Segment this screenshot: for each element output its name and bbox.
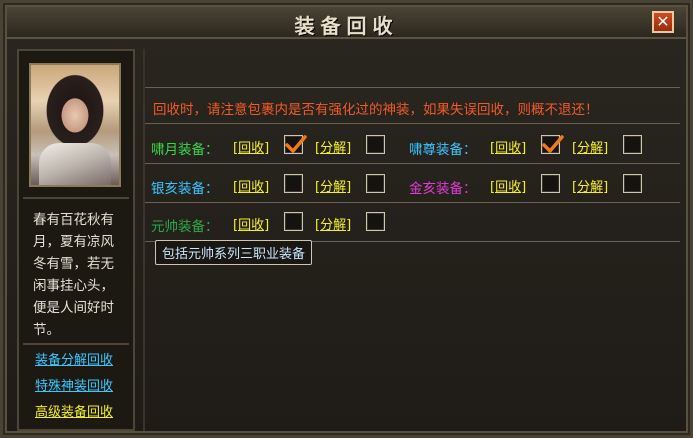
left-panel: 春有百花秋有月，夏有凉风冬有雪，若无闲事挂心头，便是人间好时节。 装备分解回收 … (17, 49, 135, 431)
row-label-xiaoyue: 啸月装备： (151, 142, 219, 158)
window-title: 装备回收 (294, 14, 399, 38)
row-label-xiaozun: 啸尊装备： (409, 142, 477, 158)
row-label-jinhai: 金亥装备： (409, 181, 477, 197)
notice-divider (145, 123, 680, 124)
decompose-link-jinhai[interactable]: [分解] (572, 176, 608, 195)
link-advanced-equipment-recycle[interactable]: 高级装备回收 (35, 401, 113, 420)
decompose-checkbox-yuanshuai[interactable] (366, 212, 385, 231)
portrait-divider (23, 197, 129, 199)
equipment-recycle-window: 装备回收 ✕ 春有百花秋有月，夏有凉风冬有雪，若无闲事挂心头，便是人间好时节。 … (0, 0, 693, 438)
yuanshuai-tooltip: 包括元帅系列三职业装备 (155, 240, 313, 265)
recycle-checkbox-yinhai[interactable] (284, 174, 303, 193)
recycle-link-yinhai[interactable]: [回收] (233, 176, 269, 195)
recycle-checkbox-yuanshuai[interactable] (284, 212, 303, 231)
npc-poem-text: 春有百花秋有月，夏有凉风冬有雪，若无闲事挂心头，便是人间好时节。 (33, 212, 114, 338)
row-divider-2 (145, 202, 680, 203)
npc-portrait (29, 63, 121, 187)
checkmark-icon (285, 135, 307, 153)
decompose-link-yuanshuai[interactable]: [分解] (315, 214, 351, 233)
recycle-checkbox-jinhai[interactable] (541, 174, 560, 193)
row-divider-1 (145, 163, 680, 164)
recycle-checkbox-xiaoyue[interactable] (284, 135, 307, 154)
recycle-link-xiaoyue[interactable]: [回收] (233, 137, 269, 156)
close-button[interactable]: ✕ (652, 11, 674, 33)
decompose-checkbox-jinhai[interactable] (623, 174, 642, 193)
recycle-checkbox-xiaozun[interactable] (541, 135, 564, 154)
decompose-checkbox-xiaozun[interactable] (623, 135, 642, 154)
link-special-gear-recycle[interactable]: 特殊神装回收 (35, 375, 113, 394)
decompose-link-xiaoyue[interactable]: [分解] (315, 137, 351, 156)
row-label-yinhai: 银亥装备： (151, 181, 219, 197)
recycle-link-jinhai[interactable]: [回收] (490, 176, 526, 195)
row-label-yuanshuai: 元帅装备： (151, 219, 219, 235)
recycle-link-yuanshuai[interactable]: [回收] (233, 214, 269, 233)
recycle-warning-notice: 回收时，请注意包裹内是否有强化过的神装，如果失误回收，则概不退还！ (153, 102, 599, 118)
portrait-dress-shape (39, 143, 111, 185)
decompose-link-yinhai[interactable]: [分解] (315, 176, 351, 195)
link-equipment-decompose-recycle[interactable]: 装备分解回收 (35, 349, 113, 368)
checkmark-icon (542, 135, 564, 153)
decompose-link-xiaozun[interactable]: [分解] (572, 137, 608, 156)
top-divider (145, 87, 680, 88)
decompose-checkbox-yinhai[interactable] (366, 174, 385, 193)
decompose-checkbox-xiaoyue[interactable] (366, 135, 385, 154)
recycle-link-xiaozun[interactable]: [回收] (490, 137, 526, 156)
title-bar: 装备回收 ✕ (7, 7, 686, 39)
poem-divider (23, 343, 129, 345)
